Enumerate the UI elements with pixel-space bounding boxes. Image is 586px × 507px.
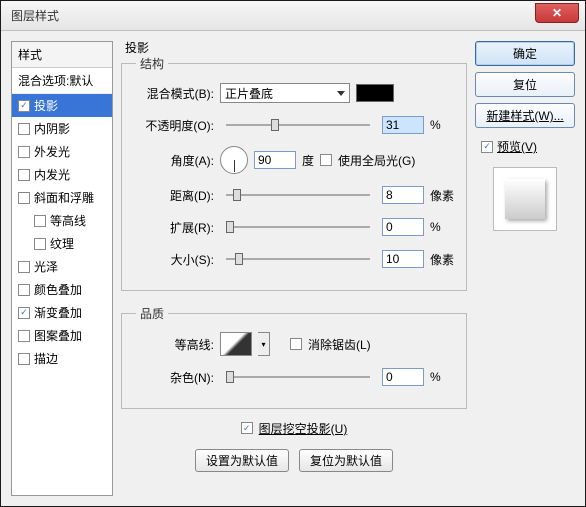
sidebar-item-label: 颜色叠加 <box>34 281 82 298</box>
sidebar-blend-options[interactable]: 混合选项:默认 <box>12 68 112 94</box>
preview-checkbox[interactable] <box>481 141 493 153</box>
sidebar-checkbox-2[interactable] <box>18 146 30 158</box>
structure-legend: 结构 <box>136 55 168 72</box>
preview-box <box>493 167 557 231</box>
angle-input[interactable] <box>254 151 296 169</box>
distance-slider[interactable] <box>226 186 370 204</box>
sidebar-item-8[interactable]: 颜色叠加 <box>12 278 112 301</box>
antialias-checkbox[interactable] <box>290 338 302 350</box>
opacity-unit: % <box>430 118 456 132</box>
sidebar-item-label: 图案叠加 <box>34 327 82 344</box>
panel-title: 投影 <box>125 39 149 56</box>
window-title: 图层样式 <box>11 7 59 24</box>
global-light-label: 使用全局光(G) <box>338 152 415 169</box>
sidebar-item-2[interactable]: 外发光 <box>12 140 112 163</box>
preview-thumbnail <box>505 179 545 219</box>
size-slider[interactable] <box>226 250 370 268</box>
sidebar-item-10[interactable]: 图案叠加 <box>12 324 112 347</box>
spread-label: 扩展(R): <box>136 219 214 236</box>
sidebar-item-6[interactable]: 纹理 <box>12 232 112 255</box>
quality-legend: 品质 <box>136 305 168 322</box>
preview-label: 预览(V) <box>497 138 537 155</box>
sidebar-item-9[interactable]: 渐变叠加 <box>12 301 112 324</box>
sidebar-item-label: 内发光 <box>34 166 70 183</box>
new-style-button[interactable]: 新建样式(W)... <box>475 103 575 128</box>
preview-toggle[interactable]: 预览(V) <box>475 138 575 155</box>
sidebar-checkbox-1[interactable] <box>18 123 30 135</box>
sidebar-item-5[interactable]: 等高线 <box>12 209 112 232</box>
set-default-button[interactable]: 设置为默认值 <box>195 449 289 472</box>
knockout-checkbox[interactable] <box>241 422 253 434</box>
sidebar-item-7[interactable]: 光泽 <box>12 255 112 278</box>
sidebar-checkbox-10[interactable] <box>18 330 30 342</box>
spread-unit: % <box>430 220 456 234</box>
styles-sidebar: 样式 混合选项:默认 投影内阴影外发光内发光斜面和浮雕等高线纹理光泽颜色叠加渐变… <box>11 41 113 496</box>
sidebar-checkbox-7[interactable] <box>18 261 30 273</box>
structure-group: 结构 混合模式(B): 正片叠底 不透明度(O): % 角度(A <box>121 55 467 291</box>
sidebar-item-label: 渐变叠加 <box>34 304 82 321</box>
quality-group: 品质 等高线: ▾ 消除锯齿(L) 杂色(N): % <box>121 305 467 409</box>
spread-input[interactable] <box>382 218 424 236</box>
noise-unit: % <box>430 370 456 384</box>
noise-slider[interactable] <box>226 368 370 386</box>
opacity-input[interactable] <box>382 116 424 134</box>
sidebar-item-label: 纹理 <box>50 235 74 252</box>
sidebar-header: 样式 <box>12 42 112 68</box>
size-unit: 像素 <box>430 251 456 268</box>
sidebar-checkbox-5[interactable] <box>34 215 46 227</box>
sidebar-checkbox-9[interactable] <box>18 307 30 319</box>
spread-slider[interactable] <box>226 218 370 236</box>
sidebar-item-11[interactable]: 描边 <box>12 347 112 370</box>
angle-label: 角度(A): <box>136 152 214 169</box>
contour-picker[interactable] <box>220 332 252 356</box>
sidebar-item-4[interactable]: 斜面和浮雕 <box>12 186 112 209</box>
sidebar-checkbox-3[interactable] <box>18 169 30 181</box>
dialog-window: 图层样式 ✕ 样式 混合选项:默认 投影内阴影外发光内发光斜面和浮雕等高线纹理光… <box>0 0 586 507</box>
distance-input[interactable] <box>382 186 424 204</box>
opacity-slider[interactable] <box>226 116 370 134</box>
size-label: 大小(S): <box>136 251 214 268</box>
chevron-down-icon <box>337 91 345 96</box>
contour-dropdown[interactable]: ▾ <box>258 332 270 356</box>
sidebar-item-label: 等高线 <box>50 212 86 229</box>
right-column: 确定 复位 新建样式(W)... 预览(V) <box>475 41 575 496</box>
titlebar: 图层样式 ✕ <box>1 1 585 31</box>
sidebar-checkbox-8[interactable] <box>18 284 30 296</box>
sidebar-item-0[interactable]: 投影 <box>12 94 112 117</box>
size-input[interactable] <box>382 250 424 268</box>
sidebar-item-label: 内阴影 <box>34 120 70 137</box>
main-panel: 投影 结构 混合模式(B): 正片叠底 不透明度(O): % <box>121 41 467 496</box>
shadow-color-swatch[interactable] <box>356 84 394 102</box>
opacity-label: 不透明度(O): <box>136 117 214 134</box>
distance-label: 距离(D): <box>136 187 214 204</box>
angle-unit: 度 <box>302 152 314 169</box>
reset-default-button[interactable]: 复位为默认值 <box>299 449 393 472</box>
distance-unit: 像素 <box>430 187 456 204</box>
sidebar-item-label: 斜面和浮雕 <box>34 189 94 206</box>
noise-label: 杂色(N): <box>136 369 214 386</box>
knockout-label: 图层挖空投影(U) <box>259 420 348 437</box>
sidebar-item-label: 描边 <box>34 350 58 367</box>
angle-dial[interactable] <box>220 146 248 174</box>
sidebar-item-label: 投影 <box>34 97 58 114</box>
cancel-button[interactable]: 复位 <box>475 72 575 97</box>
antialias-label: 消除锯齿(L) <box>308 336 371 353</box>
sidebar-checkbox-0[interactable] <box>18 100 30 112</box>
blend-mode-select[interactable]: 正片叠底 <box>220 83 350 103</box>
sidebar-item-label: 光泽 <box>34 258 58 275</box>
sidebar-checkbox-6[interactable] <box>34 238 46 250</box>
contour-label: 等高线: <box>136 336 214 353</box>
close-button[interactable]: ✕ <box>535 3 579 23</box>
blend-mode-label: 混合模式(B): <box>136 85 214 102</box>
sidebar-item-1[interactable]: 内阴影 <box>12 117 112 140</box>
ok-button[interactable]: 确定 <box>475 41 575 66</box>
content-area: 样式 混合选项:默认 投影内阴影外发光内发光斜面和浮雕等高线纹理光泽颜色叠加渐变… <box>1 31 585 506</box>
sidebar-checkbox-11[interactable] <box>18 353 30 365</box>
sidebar-item-label: 外发光 <box>34 143 70 160</box>
sidebar-item-3[interactable]: 内发光 <box>12 163 112 186</box>
close-icon: ✕ <box>552 6 562 20</box>
noise-input[interactable] <box>382 368 424 386</box>
sidebar-checkbox-4[interactable] <box>18 192 30 204</box>
global-light-checkbox[interactable] <box>320 154 332 166</box>
